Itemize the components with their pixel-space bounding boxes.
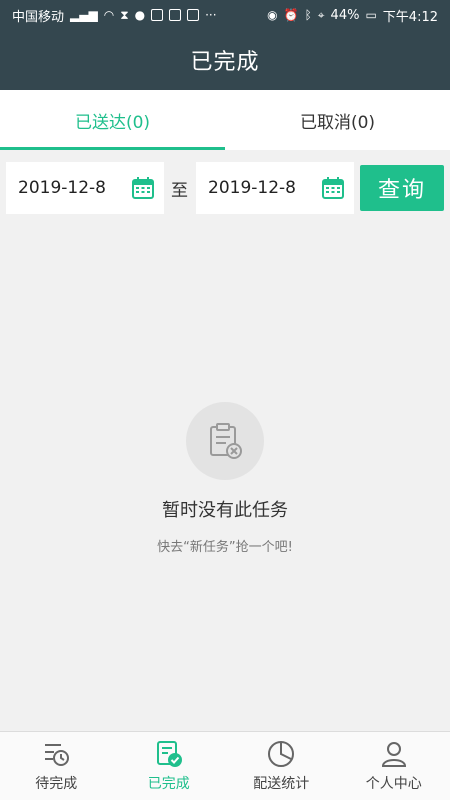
wifi-icon: ◠	[103, 8, 115, 22]
signal-icon: ▂▄▆	[70, 8, 98, 22]
nav-label-pending: 待完成	[35, 776, 78, 792]
nav-label-profile: 个人中心	[365, 776, 422, 792]
empty-subtitle: 快去“新任务”抢一个吧!	[157, 540, 293, 555]
tab-cancelled[interactable]: 已取消(0)	[225, 90, 450, 150]
pie-chart-icon	[268, 741, 295, 767]
nav-item-completed[interactable]: 已完成	[113, 732, 226, 800]
bluetooth-icon: ᛒ	[304, 8, 312, 22]
query-button[interactable]: 查询	[360, 165, 444, 211]
app-bar: 已完成	[0, 30, 450, 90]
bottom-nav: 待完成 已完成 配送统计 个人中心	[0, 731, 450, 800]
pending-list-icon	[45, 744, 70, 766]
completed-list-icon	[156, 741, 182, 767]
end-date-field[interactable]: 2019-12-8	[196, 162, 354, 214]
more-icon: ···	[205, 8, 217, 22]
date-separator: 至	[171, 180, 188, 201]
start-date-field[interactable]: 2019-12-8	[6, 162, 164, 214]
nav-label-completed: 已完成	[147, 776, 190, 792]
location-icon: ⌖	[317, 8, 325, 22]
tab-cancelled-label: 已取消(0)	[299, 112, 376, 133]
nav-item-stats[interactable]: 配送统计	[225, 732, 338, 800]
end-date-value: 2019-12-8	[208, 178, 296, 198]
calendar-icon[interactable]	[132, 177, 154, 199]
green-app-icon	[169, 9, 182, 21]
empty-state: 暂时没有此任务 快去“新任务”抢一个吧!	[0, 226, 450, 731]
page-title: 已完成	[190, 50, 260, 75]
user-icon	[381, 742, 406, 767]
clock: 下午4:12	[382, 9, 438, 25]
empty-title: 暂时没有此任务	[162, 500, 288, 521]
eye-icon: ◉	[267, 8, 278, 22]
empty-task-icon	[186, 402, 264, 480]
battery-percent: 44%	[330, 7, 360, 23]
shield-app-icon	[151, 9, 164, 21]
status-left: 中国移动 ▂▄▆ ◠ ⧗ ● ···	[12, 6, 217, 25]
tiktok-icon	[187, 9, 200, 21]
carrier-label: 中国移动	[12, 9, 65, 25]
wechat-icon: ●	[134, 8, 146, 22]
hourglass-icon: ⧗	[120, 8, 129, 22]
alarm-icon: ⏰	[283, 8, 299, 22]
tab-delivered[interactable]: 已送达(0)	[0, 90, 225, 150]
status-right: ◉ ⏰ ᛒ ⌖ 44% ▭ 下午4:12	[267, 6, 438, 25]
nav-item-pending[interactable]: 待完成	[0, 732, 113, 800]
battery-icon: ▭	[365, 8, 377, 22]
tab-bar: 已送达(0) 已取消(0)	[0, 90, 450, 150]
clipboard-cancel-icon	[210, 423, 242, 459]
calendar-icon[interactable]	[322, 177, 344, 199]
nav-label-stats: 配送统计	[253, 776, 310, 792]
nav-item-profile[interactable]: 个人中心	[338, 732, 450, 800]
status-bar: 中国移动 ▂▄▆ ◠ ⧗ ● ··· ◉ ⏰ ᛒ ⌖ 44% ▭ 下午4:12	[0, 0, 450, 30]
date-filter: 2019-12-8 至 2019-12-8 查询	[0, 150, 450, 226]
start-date-value: 2019-12-8	[18, 178, 106, 198]
tab-delivered-label: 已送达(0)	[74, 112, 151, 133]
